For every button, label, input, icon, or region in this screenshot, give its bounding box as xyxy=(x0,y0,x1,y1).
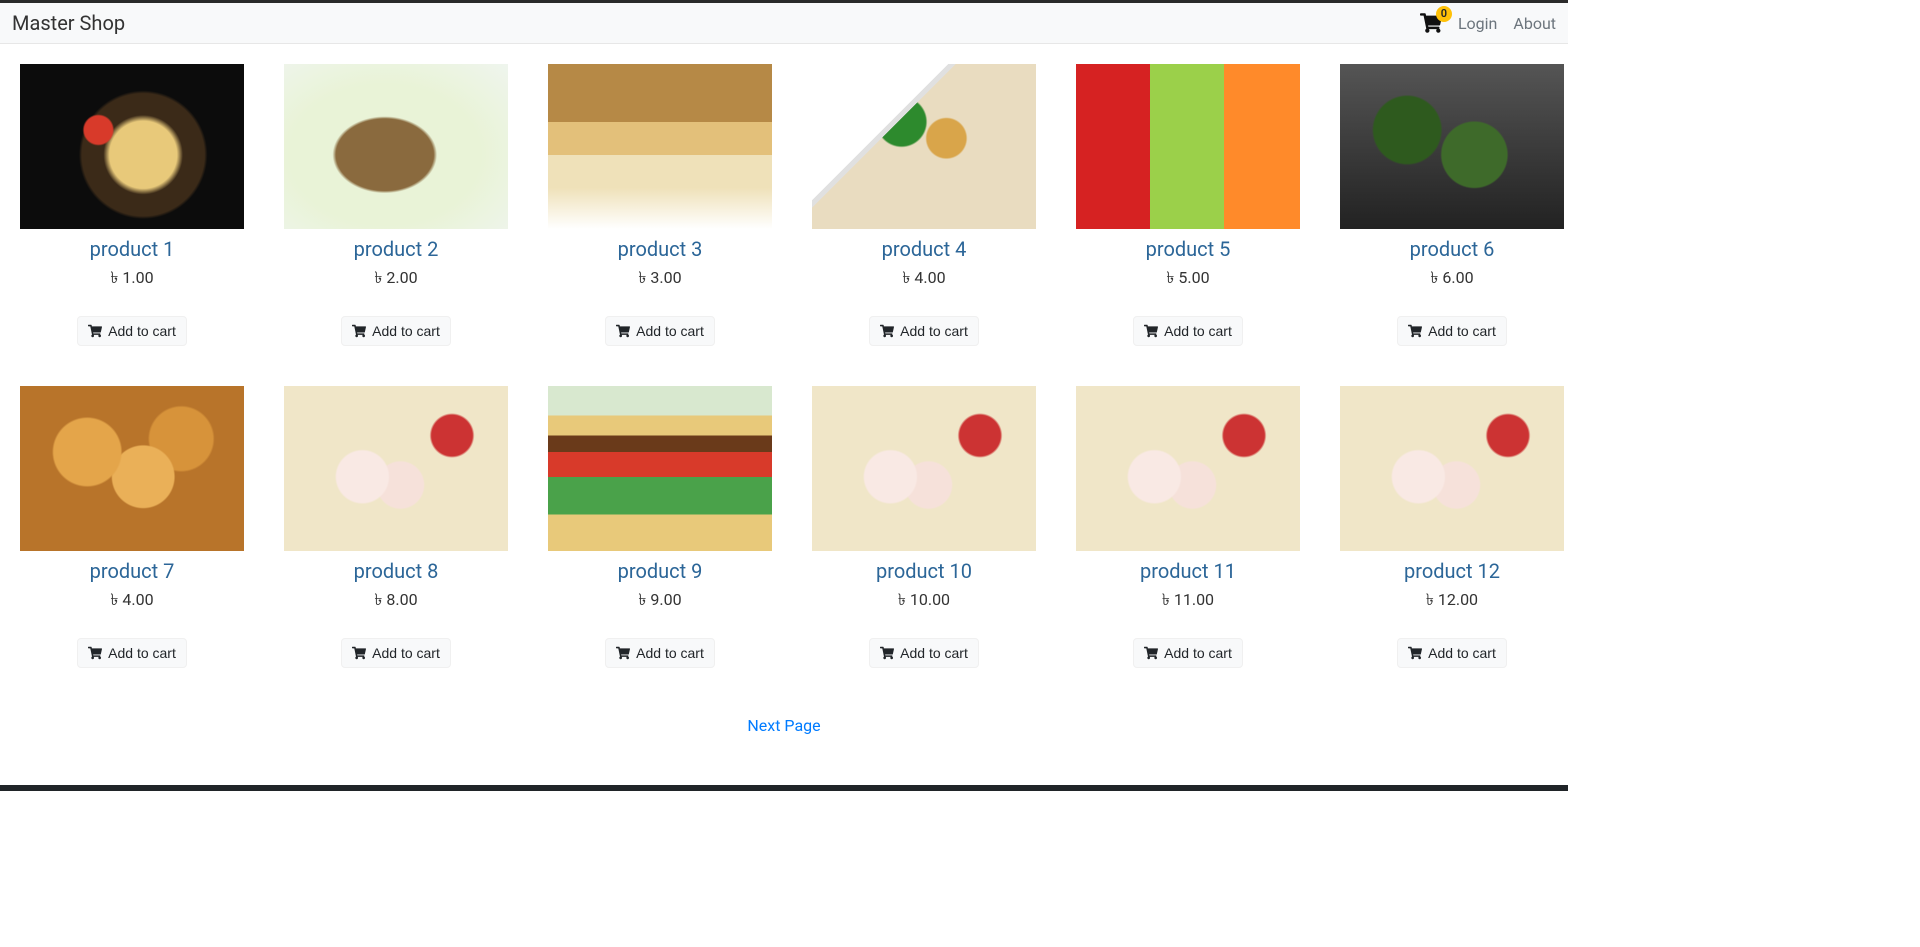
add-to-cart-button[interactable]: Add to cart xyxy=(77,638,187,668)
cart-icon xyxy=(352,646,366,660)
cart-icon xyxy=(1408,646,1422,660)
add-to-cart-button[interactable]: Add to cart xyxy=(1133,638,1243,668)
cart-icon xyxy=(1408,324,1422,338)
login-link[interactable]: Login xyxy=(1458,14,1497,33)
cart-icon xyxy=(880,646,894,660)
cart-icon xyxy=(1144,324,1158,338)
cart-count-badge: 0 xyxy=(1436,6,1452,22)
product-image[interactable] xyxy=(20,386,244,551)
add-to-cart-label: Add to cart xyxy=(900,645,968,661)
product-image[interactable] xyxy=(20,64,244,229)
main-container: product 1 ৳ 1.00 Add to cart product 2 ৳ 2.… xyxy=(0,44,1568,785)
product-name[interactable]: product 11 xyxy=(1140,559,1236,583)
add-to-cart-label: Add to cart xyxy=(108,323,176,339)
product-price: ৳ 1.00 xyxy=(110,265,153,292)
navbar-right: 0 Login About xyxy=(1420,12,1556,34)
product-price: ৳ 4.00 xyxy=(110,587,153,614)
product-name[interactable]: product 5 xyxy=(1146,237,1231,261)
cart-icon xyxy=(880,324,894,338)
product-card: product 10 ৳ 10.00 Add to cart xyxy=(812,386,1036,668)
add-to-cart-label: Add to cart xyxy=(636,323,704,339)
add-to-cart-label: Add to cart xyxy=(1428,645,1496,661)
product-image[interactable] xyxy=(1340,386,1564,551)
cart-link[interactable]: 0 xyxy=(1420,12,1442,34)
product-card: product 12 ৳ 12.00 Add to cart xyxy=(1340,386,1564,668)
product-name[interactable]: product 8 xyxy=(354,559,439,583)
product-price: ৳ 9.00 xyxy=(638,587,681,614)
product-price: ৳ 8.00 xyxy=(374,587,417,614)
cart-icon xyxy=(616,324,630,338)
product-price: ৳ 5.00 xyxy=(1166,265,1209,292)
product-card: product 4 ৳ 4.00 Add to cart xyxy=(812,64,1036,346)
add-to-cart-button[interactable]: Add to cart xyxy=(605,316,715,346)
product-card: product 11 ৳ 11.00 Add to cart xyxy=(1076,386,1300,668)
product-card: product 9 ৳ 9.00 Add to cart xyxy=(548,386,772,668)
product-price: ৳ 4.00 xyxy=(902,265,945,292)
product-image[interactable] xyxy=(812,386,1036,551)
add-to-cart-label: Add to cart xyxy=(900,323,968,339)
product-image[interactable] xyxy=(284,64,508,229)
navbar: Master Shop 0 Login About xyxy=(0,3,1568,44)
product-grid: product 1 ৳ 1.00 Add to cart product 2 ৳ 2.… xyxy=(20,64,1548,668)
product-card: product 3 ৳ 3.00 Add to cart xyxy=(548,64,772,346)
add-to-cart-button[interactable]: Add to cart xyxy=(869,316,979,346)
cart-icon xyxy=(352,324,366,338)
next-page-link[interactable]: Next Page xyxy=(747,716,820,735)
product-card: product 7 ৳ 4.00 Add to cart xyxy=(20,386,244,668)
add-to-cart-button[interactable]: Add to cart xyxy=(605,638,715,668)
product-card: product 6 ৳ 6.00 Add to cart xyxy=(1340,64,1564,346)
add-to-cart-label: Add to cart xyxy=(372,645,440,661)
brand-link[interactable]: Master Shop xyxy=(12,11,125,35)
add-to-cart-button[interactable]: Add to cart xyxy=(77,316,187,346)
add-to-cart-label: Add to cart xyxy=(1164,323,1232,339)
product-image[interactable] xyxy=(1340,64,1564,229)
product-card: product 5 ৳ 5.00 Add to cart xyxy=(1076,64,1300,346)
add-to-cart-label: Add to cart xyxy=(108,645,176,661)
add-to-cart-button[interactable]: Add to cart xyxy=(1133,316,1243,346)
product-name[interactable]: product 2 xyxy=(354,237,439,261)
add-to-cart-label: Add to cart xyxy=(372,323,440,339)
product-name[interactable]: product 10 xyxy=(876,559,972,583)
product-price: ৳ 3.00 xyxy=(638,265,681,292)
product-name[interactable]: product 12 xyxy=(1404,559,1500,583)
product-name[interactable]: product 9 xyxy=(618,559,703,583)
cart-icon xyxy=(88,324,102,338)
product-image[interactable] xyxy=(1076,64,1300,229)
product-name[interactable]: product 6 xyxy=(1410,237,1495,261)
product-name[interactable]: product 4 xyxy=(882,237,967,261)
add-to-cart-button[interactable]: Add to cart xyxy=(341,316,451,346)
product-image[interactable] xyxy=(548,64,772,229)
product-name[interactable]: product 1 xyxy=(90,237,175,261)
add-to-cart-button[interactable]: Add to cart xyxy=(1397,316,1507,346)
cart-icon xyxy=(616,646,630,660)
add-to-cart-button[interactable]: Add to cart xyxy=(341,638,451,668)
product-image[interactable] xyxy=(548,386,772,551)
add-to-cart-label: Add to cart xyxy=(1428,323,1496,339)
product-card: product 2 ৳ 2.00 Add to cart xyxy=(284,64,508,346)
add-to-cart-label: Add to cart xyxy=(636,645,704,661)
product-price: ৳ 2.00 xyxy=(374,265,417,292)
product-card: product 1 ৳ 1.00 Add to cart xyxy=(20,64,244,346)
product-price: ৳ 6.00 xyxy=(1430,265,1473,292)
about-link[interactable]: About xyxy=(1513,14,1556,33)
product-image[interactable] xyxy=(284,386,508,551)
add-to-cart-button[interactable]: Add to cart xyxy=(869,638,979,668)
product-name[interactable]: product 3 xyxy=(618,237,703,261)
add-to-cart-button[interactable]: Add to cart xyxy=(1397,638,1507,668)
product-price: ৳ 11.00 xyxy=(1162,587,1214,614)
product-price: ৳ 12.00 xyxy=(1426,587,1478,614)
product-image[interactable] xyxy=(812,64,1036,229)
product-name[interactable]: product 7 xyxy=(90,559,175,583)
cart-icon xyxy=(88,646,102,660)
product-card: product 8 ৳ 8.00 Add to cart xyxy=(284,386,508,668)
pagination: Next Page xyxy=(20,716,1548,735)
footer-bar xyxy=(0,785,1568,791)
add-to-cart-label: Add to cart xyxy=(1164,645,1232,661)
product-image[interactable] xyxy=(1076,386,1300,551)
product-price: ৳ 10.00 xyxy=(898,587,950,614)
cart-icon xyxy=(1144,646,1158,660)
